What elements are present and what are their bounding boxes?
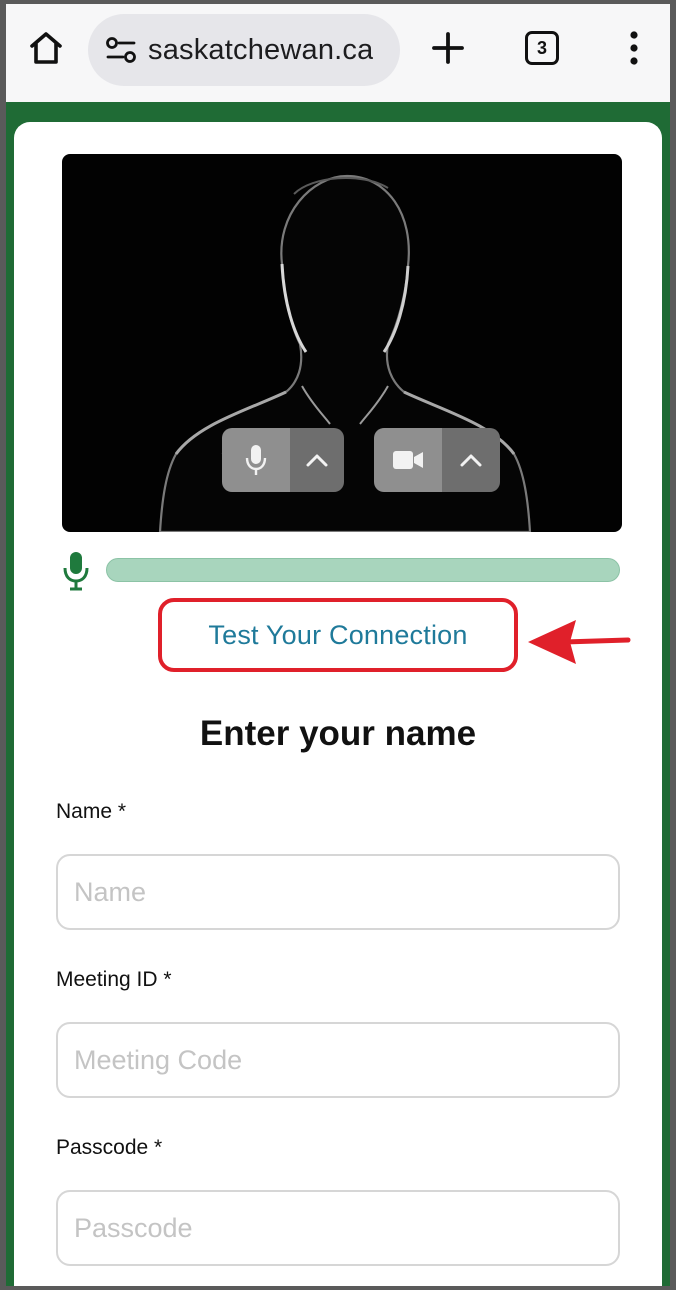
form-title: Enter your name — [199, 714, 477, 753]
plus-icon — [432, 32, 464, 64]
site-settings-icon — [106, 37, 136, 63]
microphone-icon — [245, 445, 267, 475]
name-label: Name * — [56, 800, 127, 823]
mic-control-group — [222, 428, 344, 492]
passcode-label: Passcode * — [56, 1136, 163, 1159]
toggle-camera-button[interactable] — [374, 428, 442, 492]
name-input[interactable] — [56, 854, 620, 930]
mic-options-button[interactable] — [290, 428, 344, 492]
address-bar[interactable]: saskatchewan.ca — [88, 14, 400, 86]
video-preview — [62, 154, 622, 532]
annotation-arrow-icon — [528, 620, 631, 664]
tab-switcher-icon: 3 — [525, 31, 559, 65]
mic-level-row — [60, 550, 624, 594]
browser-menu-button[interactable] — [604, 18, 664, 78]
browser-toolbar: saskatchewan.ca 3 — [6, 4, 670, 102]
mute-mic-button[interactable] — [222, 428, 290, 492]
more-vertical-icon — [630, 31, 638, 65]
tab-switcher-button[interactable]: 3 — [512, 18, 572, 78]
video-camera-icon — [393, 451, 423, 469]
screenshot-frame: saskatchewan.ca 3 Test Your Connection E… — [6, 4, 670, 1286]
chevron-up-icon — [306, 454, 328, 467]
chevron-up-icon — [460, 454, 482, 467]
camera-options-button[interactable] — [442, 428, 500, 492]
test-connection-link[interactable]: Test Your Connection — [158, 598, 518, 672]
mic-level-meter — [106, 558, 620, 582]
url-text: saskatchewan.ca — [148, 33, 374, 66]
microphone-icon — [63, 552, 89, 591]
site-settings-button[interactable] — [96, 14, 146, 86]
home-button[interactable] — [16, 18, 76, 78]
camera-control-group — [374, 428, 500, 492]
passcode-input[interactable] — [56, 1190, 620, 1266]
new-tab-button[interactable] — [418, 18, 478, 78]
home-icon — [30, 32, 62, 64]
meeting-id-input[interactable] — [56, 1022, 620, 1098]
meeting-id-label: Meeting ID * — [56, 968, 172, 991]
